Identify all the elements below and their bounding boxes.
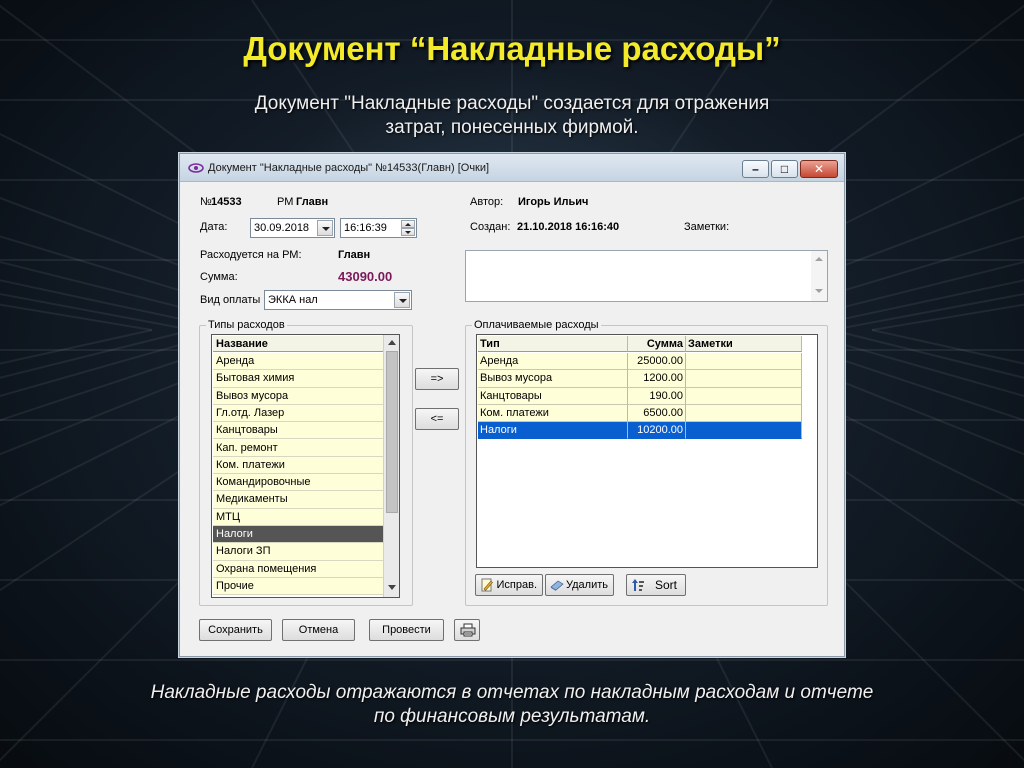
pencil-icon (481, 578, 493, 592)
time-field[interactable]: 16:16:39 (340, 218, 417, 238)
time-value: 16:16:39 (344, 222, 387, 234)
grid-cell-type[interactable]: Аренда (478, 353, 628, 371)
close-button[interactable]: ✕ (800, 160, 838, 178)
slide-title: Документ “Накладные расходы” (243, 30, 781, 67)
slide-subtitle: Документ "Накладные расходы" создается д… (254, 93, 770, 138)
payment-label: Вид оплаты (200, 294, 261, 306)
grid-header-sum[interactable]: Сумма (628, 336, 686, 352)
edit-button-label: Исправ. (496, 579, 538, 591)
delete-button[interactable]: Удалить (545, 574, 614, 596)
sum-label: Сумма: (200, 271, 238, 283)
document-window: Документ "Накладные расходы" №14533(Глав… (179, 153, 845, 657)
grid-cell-type[interactable]: Канцтовары (478, 387, 628, 405)
date-dropdown-button[interactable] (317, 220, 333, 236)
add-expense-button[interactable]: => (415, 368, 459, 390)
expense-type-item[interactable]: Аренда (213, 353, 383, 371)
spent-on-label: Расходуется на РМ: (200, 249, 302, 261)
delete-button-label: Удалить (566, 579, 608, 591)
author-label: Автор: (470, 196, 504, 208)
created-value: 21.10.2018 16:16:40 (517, 221, 620, 233)
expense-type-item[interactable]: Налоги ЗП (213, 543, 383, 561)
rm-label: РМ (277, 196, 294, 208)
grid-cell-note[interactable] (686, 353, 802, 371)
grid-header-type[interactable]: Тип (478, 336, 628, 352)
grid-cell-sum[interactable]: 10200.00 (628, 422, 686, 440)
notes-memo[interactable] (465, 250, 828, 302)
scroll-thumb[interactable] (386, 351, 398, 513)
remove-expense-button[interactable]: <= (415, 408, 459, 430)
notes-label: Заметки: (684, 221, 730, 233)
grid-cell-sum[interactable]: 190.00 (628, 387, 686, 405)
author-value: Игорь Ильич (518, 196, 589, 208)
date-label: Дата: (200, 221, 228, 233)
grid-header-note[interactable]: Заметки (686, 336, 802, 352)
date-value: 30.09.2018 (254, 222, 310, 234)
close-icon: ✕ (813, 162, 825, 176)
grid-cell-sum[interactable]: 25000.00 (628, 353, 686, 371)
cancel-button[interactable]: Отмена (282, 619, 355, 641)
expense-type-item[interactable]: Гл.отд. Лазер (213, 404, 383, 423)
maximize-button[interactable]: □ (771, 160, 798, 178)
print-button[interactable] (454, 619, 480, 641)
expense-type-item[interactable]: Налоги (213, 526, 383, 544)
expense-type-item[interactable]: Вывоз мусора (213, 387, 383, 405)
grid-cell-note[interactable] (686, 422, 802, 440)
grid-cell-type[interactable]: Вывоз мусора (478, 370, 628, 388)
expense-type-item[interactable]: МТЦ (213, 508, 383, 526)
scroll-up-icon (388, 340, 396, 345)
paid-expenses-caption: Оплачиваемые расходы (472, 319, 601, 331)
grid-cell-note[interactable] (686, 370, 802, 388)
grid-cell-type[interactable]: Ком. платежи (478, 404, 628, 423)
scroll-down-icon (388, 585, 396, 590)
window-titlebar[interactable]: Документ "Накладные расходы" №14533(Глав… (180, 154, 844, 182)
rm-value: Главн (296, 196, 329, 208)
notes-scrollbar[interactable] (811, 251, 827, 301)
list-header-name: Название (213, 336, 383, 352)
grid-cell-sum[interactable]: 1200.00 (628, 370, 686, 388)
minimize-button[interactable]: – (742, 160, 769, 178)
sort-button[interactable]: Sort (626, 574, 686, 596)
date-field[interactable]: 30.09.2018 (250, 218, 335, 238)
grid-cell-sum[interactable]: 6500.00 (628, 404, 686, 423)
expense-type-item[interactable]: Медикаменты (213, 491, 383, 509)
expense-types-scrollbar[interactable] (383, 335, 399, 597)
doc-number: 14533 (211, 196, 242, 208)
maximize-icon: □ (780, 162, 789, 176)
sort-button-label: Sort (654, 578, 677, 592)
save-button[interactable]: Сохранить (199, 619, 272, 641)
scroll-down-icon (815, 289, 823, 293)
expense-type-item[interactable]: Командировочные (213, 474, 383, 492)
minimize-icon: – (752, 162, 759, 176)
time-spin-down[interactable] (401, 228, 415, 236)
eraser-icon (550, 580, 564, 591)
eye-icon (188, 163, 204, 173)
expense-types-caption: Типы расходов (206, 319, 287, 331)
expense-types-list[interactable]: Название Аренда Бытовая химия Вывоз мусора… (211, 334, 400, 598)
slide-footer: Накладные расходы отражаются в отчетах п… (150, 682, 874, 727)
post-button[interactable]: Провести (369, 619, 444, 641)
grid-cell-note[interactable] (686, 404, 802, 423)
grid-cell-note[interactable] (686, 387, 802, 405)
sort-icon (632, 579, 644, 591)
expense-type-item[interactable]: Кап. ремонт (213, 439, 383, 457)
expense-type-item[interactable]: Прочие (213, 577, 383, 596)
scroll-up-icon (815, 257, 823, 261)
created-label: Создан: (470, 221, 511, 233)
edit-button[interactable]: Исправ. (475, 574, 543, 596)
paid-expenses-grid[interactable]: Тип Сумма Заметки Аренда 25000.00 Вывоз мусор… (476, 334, 818, 568)
payment-select[interactable]: ЭККА нал (264, 290, 412, 310)
expense-type-item[interactable]: Ком. платежи (213, 456, 383, 475)
printer-icon (460, 623, 476, 637)
payment-value: ЭККА нал (268, 294, 318, 306)
window-title: Документ "Накладные расходы" №14533(Глав… (208, 162, 490, 174)
expense-type-item[interactable]: Бытовая химия (213, 370, 383, 388)
sum-value: 43090.00 (338, 269, 393, 284)
expense-type-item[interactable]: Охрана помещения (213, 560, 383, 578)
payment-dropdown-button[interactable] (394, 292, 410, 308)
expense-type-item[interactable]: Канцтовары (213, 422, 383, 440)
grid-cell-type[interactable]: Налоги (478, 422, 628, 440)
time-spin-up[interactable] (401, 220, 415, 228)
spent-on-value: Главн (338, 249, 371, 261)
